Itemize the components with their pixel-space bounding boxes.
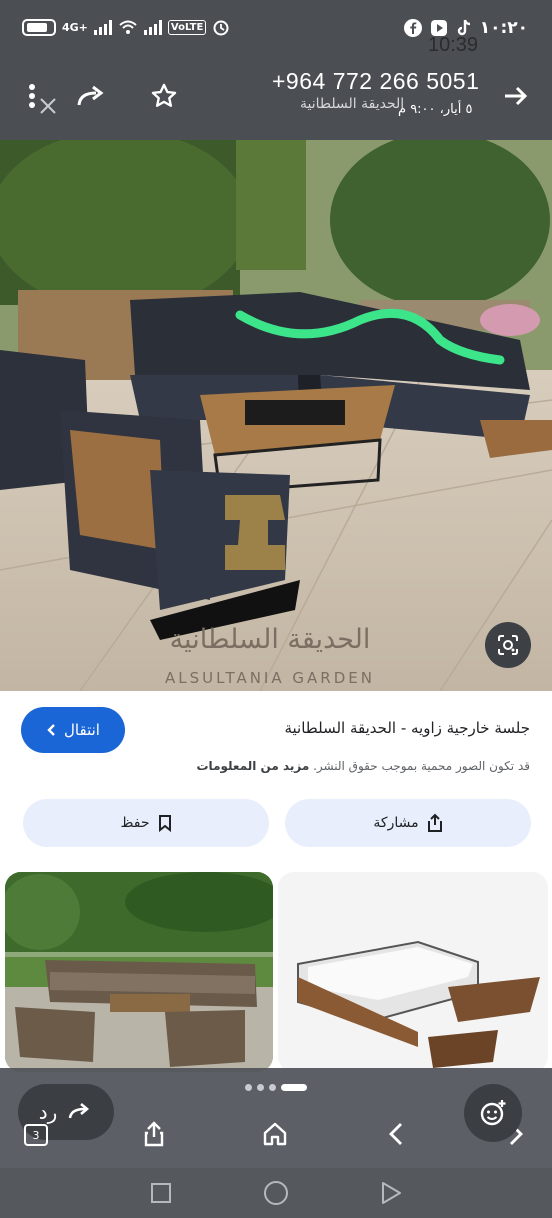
system-nav-bar bbox=[0, 1168, 552, 1218]
phone-number: +964 772 266 5051 bbox=[272, 68, 480, 94]
star-button[interactable] bbox=[144, 76, 184, 116]
share-label: مشاركة bbox=[373, 815, 419, 831]
add-reaction-button[interactable] bbox=[464, 1084, 522, 1142]
page-title: الحديقة السلطانية bbox=[300, 96, 405, 112]
facebook-icon bbox=[403, 19, 422, 37]
share-icon bbox=[144, 1121, 164, 1147]
signal-icon bbox=[93, 19, 112, 35]
visit-button[interactable]: انتقال bbox=[21, 707, 125, 753]
date-label: ٥ أيار، ٩:٠٠ م bbox=[398, 102, 473, 117]
chevron-left-icon bbox=[389, 1123, 402, 1145]
bottom-bar: رد 3 bbox=[0, 1068, 552, 1168]
alarm-icon bbox=[213, 20, 229, 36]
home-icon bbox=[263, 1122, 287, 1146]
sofa-photo: الحديقة السلطانية ALSULTANIA GARDEN bbox=[0, 140, 552, 691]
visit-label: انتقال bbox=[64, 721, 100, 739]
related-image-2[interactable] bbox=[278, 872, 548, 1072]
clock: ١٠:٢٠ bbox=[479, 18, 528, 38]
garden-sofa-photo bbox=[5, 872, 273, 1072]
system-home-button[interactable] bbox=[259, 1176, 293, 1210]
triangle-icon bbox=[382, 1182, 401, 1204]
watermark-arabic: الحديقة السلطانية bbox=[170, 624, 371, 655]
reply-label: رد bbox=[38, 1100, 58, 1124]
lens-icon bbox=[498, 635, 518, 655]
bookmark-icon bbox=[158, 815, 171, 832]
google-lens-button[interactable] bbox=[485, 622, 531, 668]
white-sofa-photo bbox=[278, 872, 548, 1072]
back-nav-button[interactable] bbox=[378, 1116, 414, 1152]
recents-button[interactable] bbox=[144, 1176, 178, 1210]
viewer-toolbar: +964 772 266 5051 الحديقة السلطانية ٥ أي… bbox=[0, 62, 552, 140]
forward-button[interactable] bbox=[72, 76, 112, 116]
signal-icon-2 bbox=[143, 19, 162, 35]
watermark-english: ALSULTANIA GARDEN bbox=[165, 669, 375, 687]
tab-count-button[interactable]: 3 bbox=[24, 1124, 48, 1146]
chevron-left-icon bbox=[47, 724, 55, 736]
square-icon bbox=[151, 1183, 171, 1203]
status-left: 4G+ VoLTE bbox=[22, 18, 230, 36]
share-button[interactable]: مشاركة bbox=[285, 799, 531, 847]
share-icon bbox=[427, 813, 442, 832]
result-title[interactable]: جلسة خارجية زاويه - الحديقة السلطانية bbox=[284, 719, 530, 737]
copyright-note: قد تكون الصور محمية بموجب حقوق النشر. مز… bbox=[197, 759, 531, 773]
star-icon bbox=[151, 83, 177, 107]
add-emoji-icon bbox=[480, 1100, 506, 1126]
furniture-image[interactable]: الحديقة السلطانية ALSULTANIA GARDEN bbox=[0, 140, 552, 691]
result-info: انتقال جلسة خارجية زاويه - الحديقة السلط… bbox=[0, 691, 552, 871]
system-back-button[interactable] bbox=[374, 1176, 408, 1210]
related-image-1[interactable] bbox=[5, 872, 273, 1072]
share-page-button[interactable] bbox=[136, 1116, 172, 1152]
save-label: حفظ bbox=[120, 815, 150, 831]
battery-icon bbox=[22, 18, 56, 36]
save-button[interactable]: حفظ bbox=[23, 799, 269, 847]
page-indicator bbox=[245, 1084, 307, 1091]
status-bar: 4G+ VoLTE ١٠:٢٠ 10:39 bbox=[0, 0, 552, 62]
close-button[interactable] bbox=[28, 86, 68, 126]
reply-arrow-icon bbox=[68, 1103, 90, 1119]
back-button[interactable] bbox=[496, 76, 536, 116]
volte-badge: VoLTE bbox=[167, 19, 207, 35]
network-type: 4G+ bbox=[62, 20, 88, 34]
arrow-right-icon bbox=[505, 86, 528, 106]
home-button[interactable] bbox=[257, 1116, 293, 1152]
circle-icon bbox=[264, 1181, 288, 1205]
copyright-text: قد تكون الصور محمية بموجب حقوق النشر. bbox=[313, 759, 530, 773]
background-clock: 10:39 bbox=[428, 34, 479, 56]
forward-icon bbox=[77, 85, 104, 106]
close-icon bbox=[40, 98, 56, 114]
more-info-link[interactable]: مزيد من المعلومات bbox=[197, 759, 310, 773]
wifi-icon bbox=[119, 20, 137, 34]
